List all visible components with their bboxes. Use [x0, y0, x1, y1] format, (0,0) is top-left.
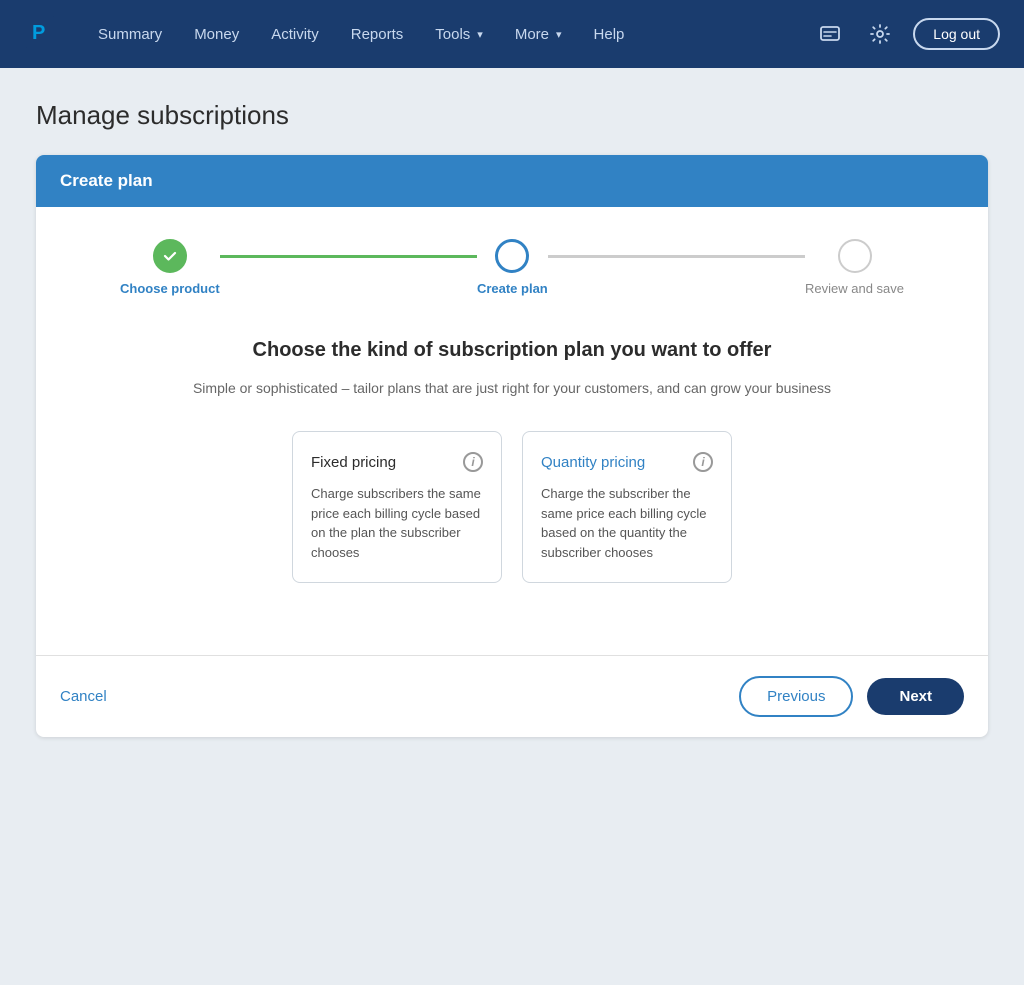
quantity-pricing-card[interactable]: Quantity pricing i Charge the subscriber… — [522, 431, 732, 583]
plan-title: Choose the kind of subscription plan you… — [60, 336, 964, 364]
plan-subtitle: Simple or sophisticated – tailor plans t… — [60, 378, 964, 399]
nav-more[interactable]: More ▾ — [501, 18, 576, 51]
step-review-save: Review and save — [805, 239, 904, 296]
step-connector-1 — [220, 255, 477, 258]
navbar: P Summary Money Activity Reports Tools ▾… — [0, 0, 1024, 68]
step-create-plan: Create plan — [477, 239, 548, 296]
card-footer: Cancel Previous Next — [36, 655, 988, 737]
fixed-pricing-header: Fixed pricing i — [311, 452, 483, 472]
step-2-circle — [495, 239, 529, 273]
step-3-label: Review and save — [805, 281, 904, 296]
cancel-button[interactable]: Cancel — [60, 688, 107, 705]
step-2-label: Create plan — [477, 281, 548, 296]
card-body: Choose product Create plan Review and sa… — [36, 207, 988, 655]
nav-actions: Log out — [813, 17, 1000, 51]
fixed-pricing-card[interactable]: Fixed pricing i Charge subscribers the s… — [292, 431, 502, 583]
nav-reports[interactable]: Reports — [337, 18, 418, 51]
settings-icon-button[interactable] — [863, 17, 897, 51]
next-button[interactable]: Next — [867, 678, 964, 715]
pricing-options: Fixed pricing i Charge subscribers the s… — [60, 431, 964, 583]
footer-buttons: Previous Next — [739, 676, 964, 717]
step-choose-product: Choose product — [120, 239, 220, 296]
fixed-pricing-title: Fixed pricing — [311, 454, 396, 471]
fixed-pricing-info-icon[interactable]: i — [463, 452, 483, 472]
step-connector-2 — [548, 255, 805, 258]
quantity-pricing-title: Quantity pricing — [541, 454, 645, 471]
step-1-label: Choose product — [120, 281, 220, 296]
nav-tools[interactable]: Tools ▾ — [421, 18, 497, 51]
more-chevron-icon: ▾ — [556, 28, 562, 41]
messages-icon-button[interactable] — [813, 17, 847, 51]
nav-money[interactable]: Money — [180, 18, 253, 51]
nav-summary[interactable]: Summary — [84, 18, 176, 51]
previous-button[interactable]: Previous — [739, 676, 853, 717]
quantity-pricing-info-icon[interactable]: i — [693, 452, 713, 472]
page-title: Manage subscriptions — [36, 100, 988, 131]
nav-links: Summary Money Activity Reports Tools ▾ M… — [84, 18, 813, 51]
card-header-title: Create plan — [60, 171, 153, 190]
quantity-pricing-desc: Charge the subscriber the same price eac… — [541, 484, 713, 562]
step-1-circle — [153, 239, 187, 273]
quantity-pricing-header: Quantity pricing i — [541, 452, 713, 472]
stepper: Choose product Create plan Review and sa… — [60, 239, 964, 296]
nav-help[interactable]: Help — [580, 18, 639, 51]
step-3-circle — [838, 239, 872, 273]
logout-button[interactable]: Log out — [913, 18, 1000, 50]
page-container: Manage subscriptions Create plan Choose … — [12, 68, 1012, 777]
main-card: Create plan Choose product Create plan — [36, 155, 988, 737]
card-header: Create plan — [36, 155, 988, 207]
nav-activity[interactable]: Activity — [257, 18, 333, 51]
tools-chevron-icon: ▾ — [477, 28, 483, 41]
paypal-logo: P — [24, 16, 56, 53]
fixed-pricing-desc: Charge subscribers the same price each b… — [311, 484, 483, 562]
svg-text:P: P — [32, 22, 45, 44]
